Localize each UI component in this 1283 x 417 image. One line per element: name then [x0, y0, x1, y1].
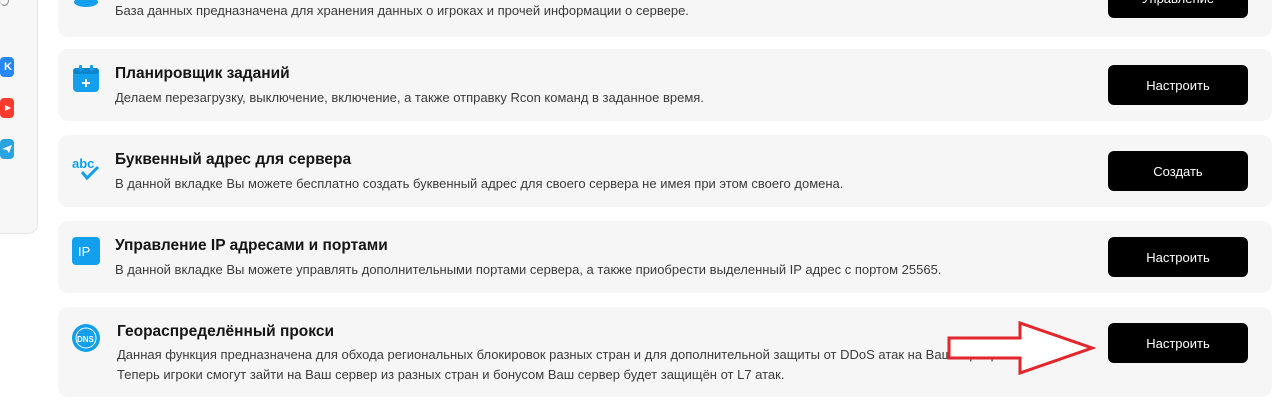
database-card: База данных предназначена для хранения д…	[58, 0, 1272, 37]
dns-icon: DNS	[72, 324, 100, 352]
card-description: В данной вкладке Вы можете бесплатно соз…	[115, 176, 844, 191]
svg-text:abc: abc	[72, 156, 94, 171]
card-title: Управление IP адресами и портами	[115, 237, 388, 254]
manage-database-button[interactable]: Управление	[1108, 0, 1248, 18]
telegram-icon[interactable]	[0, 139, 14, 159]
configure-ip-button[interactable]: Настроить	[1108, 237, 1248, 277]
card-description: Делаем перезагрузку, выключение, включен…	[115, 90, 704, 105]
card-description-line-1: Данная функция предназначена для обхода …	[117, 347, 1009, 362]
card-description: База данных предназначена для хранения д…	[115, 3, 689, 18]
vk-icon-label: K	[4, 61, 12, 73]
paper-plane-icon	[2, 145, 12, 153]
configure-proxy-button[interactable]: Настроить	[1108, 323, 1248, 363]
ip-card: IP Управление IP адресами и портами В да…	[58, 221, 1272, 293]
youtube-icon[interactable]	[0, 98, 14, 118]
create-domain-button[interactable]: Создать	[1108, 151, 1248, 191]
dns-icon-text: DNS	[77, 335, 95, 344]
ip-icon: IP	[72, 237, 100, 265]
database-icon	[72, 0, 100, 16]
scheduler-card: Планировщик заданий Делаем перезагрузку,…	[58, 49, 1272, 121]
card-title: Буквенный адрес для сервера	[115, 151, 352, 168]
vk-icon[interactable]: K	[0, 57, 14, 77]
card-description-line-2: Теперь игроки смогут зайти на Ваш сервер…	[117, 367, 785, 382]
domain-card: abc Буквенный адрес для сервера В данной…	[58, 135, 1272, 207]
card-title: Планировщик заданий	[115, 65, 290, 82]
play-icon	[5, 105, 11, 111]
ip-icon-text: IP	[78, 244, 90, 259]
card-description: В данной вкладке Вы можете управлять доп…	[115, 262, 942, 277]
abc-check-icon: abc	[72, 155, 100, 183]
calendar-add-icon	[72, 65, 100, 93]
red-arrow-annotation	[947, 320, 1096, 376]
card-title: Георaспределённый прокси	[117, 323, 334, 340]
configure-scheduler-button[interactable]: Настроить	[1108, 65, 1248, 105]
